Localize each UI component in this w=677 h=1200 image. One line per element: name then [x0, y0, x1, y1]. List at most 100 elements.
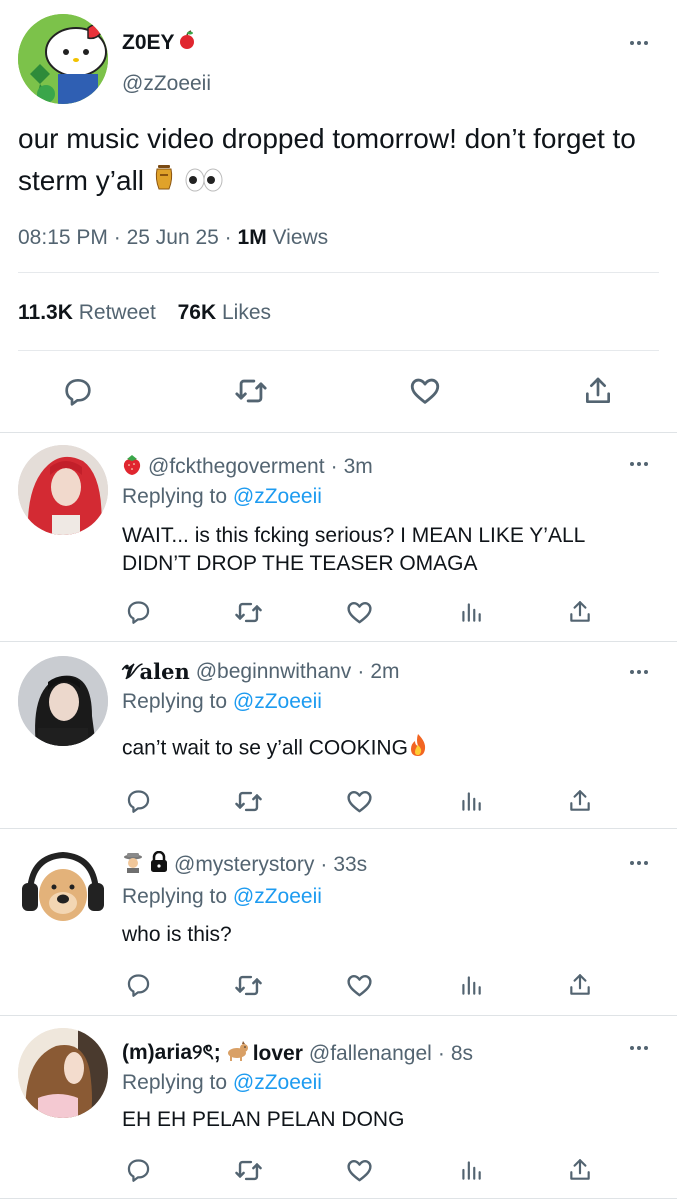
- like-button[interactable]: [407, 373, 443, 409]
- separator: ·: [437, 1041, 445, 1065]
- heart-icon: [346, 790, 372, 812]
- like-button[interactable]: [344, 786, 374, 816]
- likes-label[interactable]: Likes: [222, 301, 271, 324]
- retweet-label[interactable]: Retweet: [79, 301, 156, 324]
- reply-item[interactable]: @mysterystory · 33s Replying to @zZoeeii…: [0, 829, 677, 1015]
- replying-to: Replying to @zZoeeii: [122, 690, 322, 713]
- reply-icon: [65, 379, 91, 406]
- reply-item[interactable]: @fckthegoverment · 3m Replying to @zZoee…: [0, 433, 677, 641]
- reply-icon: [127, 600, 149, 624]
- reply-header: (m)aria୨ৎ; lover @fallenangel · 8s: [122, 1036, 473, 1071]
- analytics-button[interactable]: [456, 970, 486, 1000]
- reply-time[interactable]: 8s: [451, 1042, 473, 1066]
- reply-header: @mysterystory · 33s: [122, 850, 367, 879]
- reply-icon: [127, 1158, 149, 1182]
- share-icon: [586, 377, 610, 403]
- tweet-stats: 11.3K Retweet 76K Likes: [18, 301, 271, 325]
- reply-handle[interactable]: @fallenangel: [309, 1042, 432, 1066]
- replying-to-link[interactable]: @zZoeeii: [233, 485, 322, 508]
- reply-display-name[interactable]: (m)aria୨ৎ; lover: [122, 1036, 303, 1071]
- reply-time[interactable]: 33s: [333, 853, 367, 877]
- avatar[interactable]: [18, 445, 108, 535]
- separator: ·: [320, 853, 328, 876]
- share-button[interactable]: [565, 1155, 595, 1185]
- like-button[interactable]: [344, 1155, 374, 1185]
- avatar[interactable]: [18, 14, 108, 104]
- replying-to-link[interactable]: @zZoeeii: [233, 1071, 322, 1094]
- more-options-icon[interactable]: [626, 458, 652, 470]
- divider: [18, 350, 659, 351]
- analytics-icon: [462, 976, 481, 995]
- author-name[interactable]: Z0EY: [122, 30, 197, 56]
- reply-text: WAIT... is this fcking serious? I MEAN L…: [122, 524, 585, 575]
- share-icon: [570, 790, 590, 811]
- analytics-icon: [462, 1161, 481, 1180]
- dog-emoji: [225, 1040, 249, 1067]
- replying-to-link[interactable]: @zZoeeii: [233, 690, 322, 713]
- analytics-button[interactable]: [456, 597, 486, 627]
- separator: ·: [330, 455, 338, 478]
- heart-icon: [346, 601, 372, 623]
- reply-button[interactable]: [60, 373, 96, 409]
- reply-text: who is this?: [122, 923, 232, 946]
- more-options-icon[interactable]: [626, 666, 652, 678]
- retweet-icon: [235, 379, 267, 403]
- reply-handle[interactable]: @mysterystory: [174, 853, 314, 877]
- more-options-icon[interactable]: [626, 1042, 652, 1054]
- reply-time[interactable]: 2m: [370, 660, 399, 684]
- retweet-button[interactable]: [233, 597, 263, 627]
- reply-display-name[interactable]: 𝓥alen: [122, 659, 190, 685]
- reply-button[interactable]: [124, 970, 152, 998]
- retweet-button[interactable]: [233, 1155, 263, 1185]
- main-tweet: Z0EY @zZoeeii our music video dropped to…: [0, 0, 677, 432]
- author-handle[interactable]: @zZoeeii: [122, 72, 211, 96]
- reply-button[interactable]: [124, 786, 152, 814]
- lock-emoji: [150, 850, 168, 879]
- analytics-button[interactable]: [456, 786, 486, 816]
- replying-to: Replying to @zZoeeii: [122, 485, 322, 508]
- avatar[interactable]: [18, 1028, 108, 1118]
- analytics-button[interactable]: [456, 1155, 486, 1185]
- avatar[interactable]: [18, 656, 108, 746]
- share-icon: [570, 601, 590, 622]
- urn-emoji: [152, 162, 176, 204]
- eyes-emoji: [184, 162, 224, 204]
- replying-to: Replying to @zZoeeii: [122, 1071, 322, 1094]
- share-button[interactable]: [580, 373, 616, 409]
- retweet-count[interactable]: 11.3K: [18, 301, 73, 324]
- retweet-icon: [234, 791, 262, 811]
- reply-header: 𝓥alen @beginnwithanv · 2m: [122, 659, 400, 685]
- reply-time[interactable]: 3m: [344, 455, 373, 479]
- heart-icon: [410, 378, 440, 404]
- analytics-icon: [462, 603, 481, 622]
- retweet-button[interactable]: [233, 373, 269, 409]
- avatar[interactable]: [18, 843, 108, 933]
- reply-header: @fckthegoverment · 3m: [122, 453, 373, 481]
- reply-item[interactable]: (m)aria୨ৎ; lover @fallenangel · 8s Reply…: [0, 1016, 677, 1200]
- like-button[interactable]: [344, 970, 374, 1000]
- reply-handle[interactable]: @fckthegoverment: [148, 455, 325, 479]
- reply-button[interactable]: [124, 597, 152, 625]
- views-label[interactable]: Views: [273, 226, 329, 249]
- tweet-meta: 08:15 PM · 25 Jun 25 · 1M Views: [18, 226, 329, 249]
- retweet-button[interactable]: [233, 970, 263, 1000]
- retweet-button[interactable]: [233, 786, 263, 816]
- analytics-icon: [462, 792, 481, 811]
- like-button[interactable]: [344, 597, 374, 627]
- share-button[interactable]: [565, 786, 595, 816]
- separator: ·: [357, 660, 365, 683]
- more-options-icon[interactable]: [626, 37, 652, 49]
- share-button[interactable]: [565, 970, 595, 1000]
- share-icon: [570, 974, 590, 995]
- likes-count[interactable]: 76K: [178, 301, 217, 324]
- reply-button[interactable]: [124, 1155, 152, 1183]
- more-options-icon[interactable]: [626, 857, 652, 869]
- share-button[interactable]: [565, 597, 595, 627]
- replying-to-link[interactable]: @zZoeeii: [233, 885, 322, 908]
- divider: [18, 272, 659, 273]
- replying-to: Replying to @zZoeeii: [122, 885, 322, 908]
- reply-item[interactable]: 𝓥alen @beginnwithanv · 2m Replying to @z…: [0, 642, 677, 828]
- reply-handle[interactable]: @beginnwithanv: [196, 660, 352, 684]
- views-count[interactable]: 1M: [238, 226, 267, 249]
- apple-emoji: [177, 30, 197, 56]
